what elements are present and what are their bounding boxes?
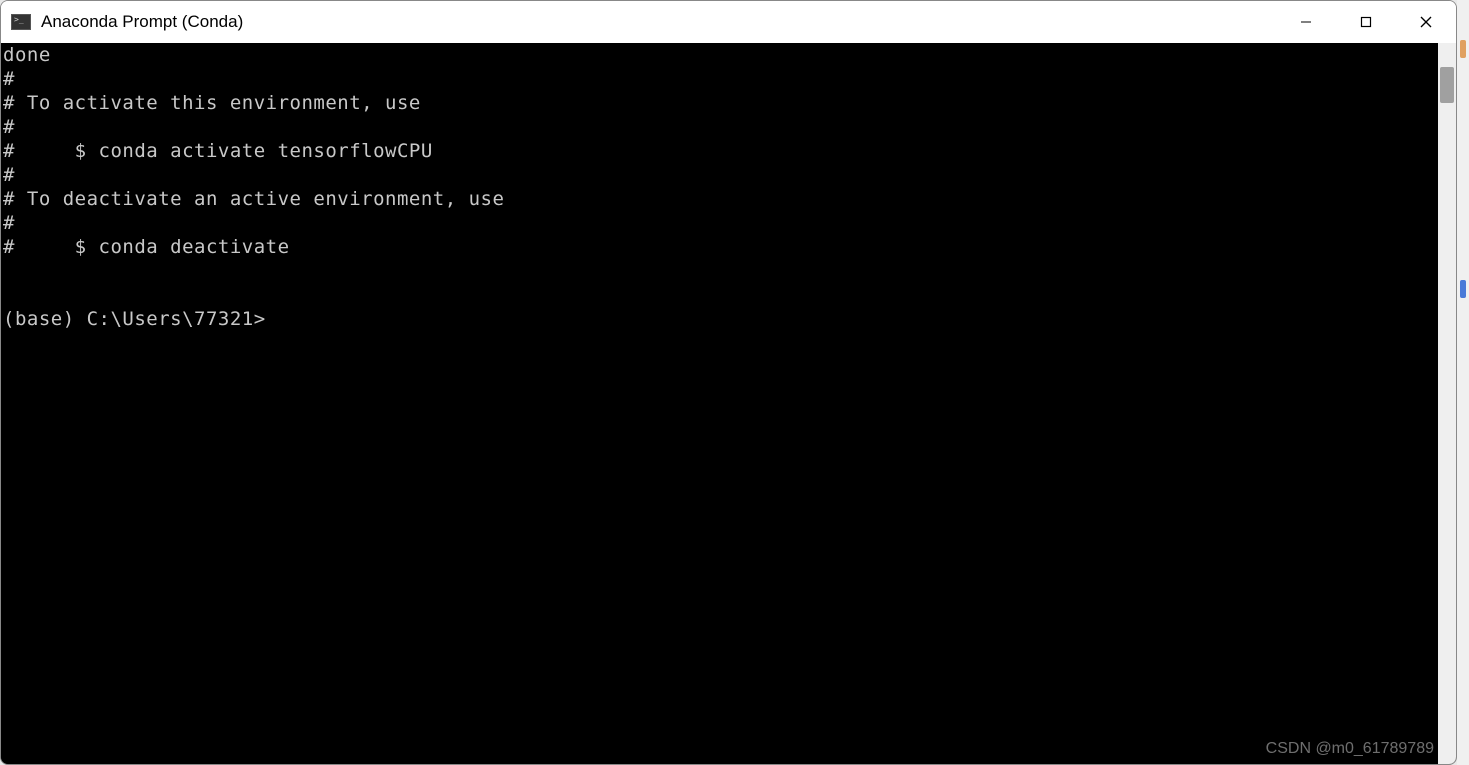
window-title: Anaconda Prompt (Conda) [41, 12, 1276, 32]
close-button[interactable] [1396, 1, 1456, 43]
scrollbar-thumb[interactable] [1440, 67, 1454, 103]
titlebar[interactable]: Anaconda Prompt (Conda) [1, 1, 1456, 43]
maximize-icon [1360, 16, 1372, 28]
maximize-button[interactable] [1336, 1, 1396, 43]
terminal-output[interactable]: done # # To activate this environment, u… [1, 43, 1438, 764]
minimize-button[interactable] [1276, 1, 1336, 43]
window-controls [1276, 1, 1456, 43]
minimize-icon [1300, 16, 1312, 28]
vertical-scrollbar[interactable] [1438, 43, 1456, 764]
terminal-window: Anaconda Prompt (Conda) done # # To acti… [0, 0, 1457, 765]
gutter-marker [1460, 280, 1466, 298]
external-scroll-gutter [1457, 0, 1469, 765]
app-icon [11, 14, 31, 30]
close-icon [1419, 15, 1433, 29]
gutter-marker [1460, 40, 1466, 58]
terminal-area: done # # To activate this environment, u… [1, 43, 1456, 764]
